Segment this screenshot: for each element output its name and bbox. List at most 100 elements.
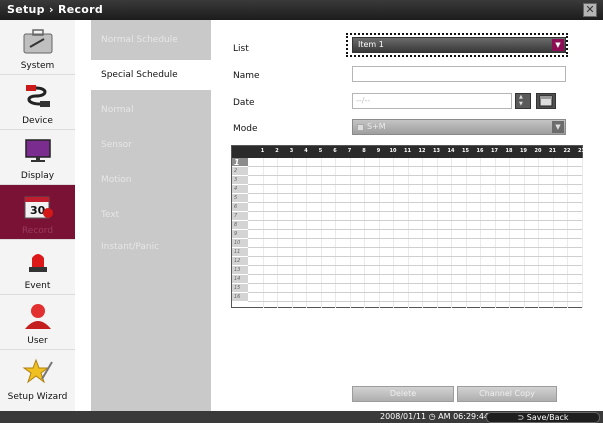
grid-row-line <box>248 292 582 293</box>
channel-copy-button[interactable]: Channel Copy <box>457 386 557 402</box>
grid-row-line <box>248 256 582 257</box>
grid-row-line <box>248 238 582 239</box>
hour-label: 11 <box>404 148 411 154</box>
nav-item-device[interactable]: Device <box>0 75 75 130</box>
grid-column-line <box>523 158 525 308</box>
subnav-item-motion[interactable]: Motion <box>91 165 211 195</box>
nav-item-record[interactable]: 30 Record <box>0 185 75 240</box>
grid-column-line <box>291 158 293 308</box>
toolbox-icon <box>23 29 53 54</box>
grid-row-line <box>248 301 582 302</box>
nav-item-event[interactable]: Event <box>0 240 75 295</box>
hour-label: 8 <box>362 148 366 154</box>
nav-item-setup-wizard[interactable]: Setup Wizard <box>0 350 75 405</box>
hour-label: 20 <box>534 148 542 154</box>
hour-label: 1 <box>260 148 265 154</box>
day-row-label[interactable]: 9 <box>232 230 248 239</box>
hour-label: 17 <box>491 148 498 154</box>
day-row-label[interactable]: 5 <box>232 194 248 203</box>
status-bar: 2008/01/11 ◷ AM 06:29:44 ⊃ Save/Back <box>0 411 603 423</box>
grid-column-line <box>494 158 496 308</box>
sub-nav: Normal Schedule Special Schedule Normal … <box>91 20 211 411</box>
grid-column-line <box>306 158 307 308</box>
name-field[interactable] <box>352 66 566 82</box>
day-row-label[interactable]: 4 <box>232 185 248 194</box>
day-row-label[interactable]: 7 <box>232 212 248 221</box>
list-label: List <box>233 44 249 54</box>
hour-label: 13 <box>433 148 440 154</box>
day-row-label[interactable]: 14 <box>232 275 248 284</box>
date-field[interactable]: --/-- <box>352 93 512 109</box>
cable-plug-icon <box>26 85 50 107</box>
day-row-label[interactable]: 15 <box>232 284 248 293</box>
day-row-label[interactable]: 11 <box>232 248 248 257</box>
svg-text:30: 30 <box>30 204 46 217</box>
spin-down-icon: ▼ <box>519 101 523 107</box>
subnav-item-normal[interactable]: Normal <box>91 95 211 125</box>
subnav-item-sensor[interactable]: Sensor <box>91 130 211 160</box>
subnav-item-normal-schedule[interactable]: Normal Schedule <box>91 25 211 55</box>
nav-label-setup-wizard: Setup Wizard <box>7 392 68 402</box>
grid-column-line <box>364 158 365 308</box>
nav-label-display: Display <box>20 171 55 181</box>
day-row-label[interactable]: 6 <box>232 203 248 212</box>
hour-label: 10 <box>389 148 397 154</box>
subnav-item-instant-panic[interactable]: Instant/Panic <box>91 232 211 262</box>
window-title: Setup › Record <box>7 3 104 16</box>
day-row-label[interactable]: 13 <box>232 266 248 275</box>
hour-label: 4 <box>304 148 308 154</box>
grid-row-line <box>248 202 582 203</box>
name-label: Name <box>233 71 260 81</box>
day-row-label[interactable]: 16 <box>232 293 248 302</box>
nav-label-event: Event <box>24 281 51 291</box>
nav-item-user[interactable]: User <box>0 295 75 350</box>
date-label: Date <box>233 98 255 108</box>
day-row-label[interactable]: 12 <box>232 257 248 266</box>
grid-row-line <box>248 283 582 284</box>
calendar-icon <box>539 95 553 107</box>
grid-row-line <box>248 265 582 266</box>
hour-label: 9 <box>376 148 381 154</box>
delete-button[interactable]: Delete <box>352 386 454 402</box>
nav-label-user: User <box>27 336 48 346</box>
hour-label: 23 <box>578 148 585 154</box>
grid-column-line <box>451 158 452 308</box>
date-spinner[interactable]: ▲ ▼ <box>515 93 531 109</box>
nav-item-system[interactable]: System <box>0 20 75 75</box>
hour-label: 3 <box>289 148 294 154</box>
hour-label: 14 <box>447 148 455 154</box>
subnav-item-text[interactable]: Text <box>91 200 211 230</box>
grid-column-line <box>262 158 264 308</box>
nav-item-display[interactable]: Display <box>0 130 75 185</box>
calendar-button[interactable] <box>536 93 556 109</box>
wizard-star-icon <box>22 358 53 384</box>
mode-select[interactable]: S+M ▼ <box>352 119 566 135</box>
title-bar: Setup › Record ✕ <box>0 0 603 20</box>
mode-checkbox[interactable] <box>357 124 364 131</box>
grid-row-line <box>248 193 582 194</box>
subnav-item-special-schedule[interactable]: Special Schedule <box>91 60 211 90</box>
schedule-grid[interactable]: 1 2 3 4 5 6 7 8 9 10 11 12 13 14 15 16 17 18 19 20 21 22 23 12… <box>231 145 585 308</box>
hour-label: 12 <box>418 148 426 154</box>
grid-row-line <box>248 247 582 248</box>
close-x-icon[interactable]: ✕ <box>583 3 597 17</box>
day-row-label[interactable]: 1 <box>232 158 248 167</box>
day-row-label[interactable]: 8 <box>232 221 248 230</box>
day-row-label[interactable]: 10 <box>232 239 248 248</box>
main-nav: System Device Display 30 Record Event Us… <box>0 20 75 411</box>
user-icon <box>25 304 51 329</box>
hour-label: 21 <box>549 148 556 154</box>
hour-label: 2 <box>275 148 279 154</box>
mode-select-value: S+M <box>367 122 386 131</box>
day-row-label[interactable]: 3 <box>232 176 248 185</box>
day-row-label[interactable]: 2 <box>232 167 248 176</box>
list-select-value: Item 1 <box>358 40 384 49</box>
hour-label: 15 <box>462 148 469 154</box>
save-back-button[interactable]: ⊃ Save/Back <box>486 412 600 423</box>
list-select[interactable]: Item 1 ▼ <box>352 37 566 53</box>
spin-up-icon: ▲ <box>519 94 523 100</box>
grid-row-line <box>248 175 582 176</box>
monitor-icon <box>25 139 51 162</box>
mode-label: Mode <box>233 124 258 134</box>
hour-label: 16 <box>476 148 484 154</box>
